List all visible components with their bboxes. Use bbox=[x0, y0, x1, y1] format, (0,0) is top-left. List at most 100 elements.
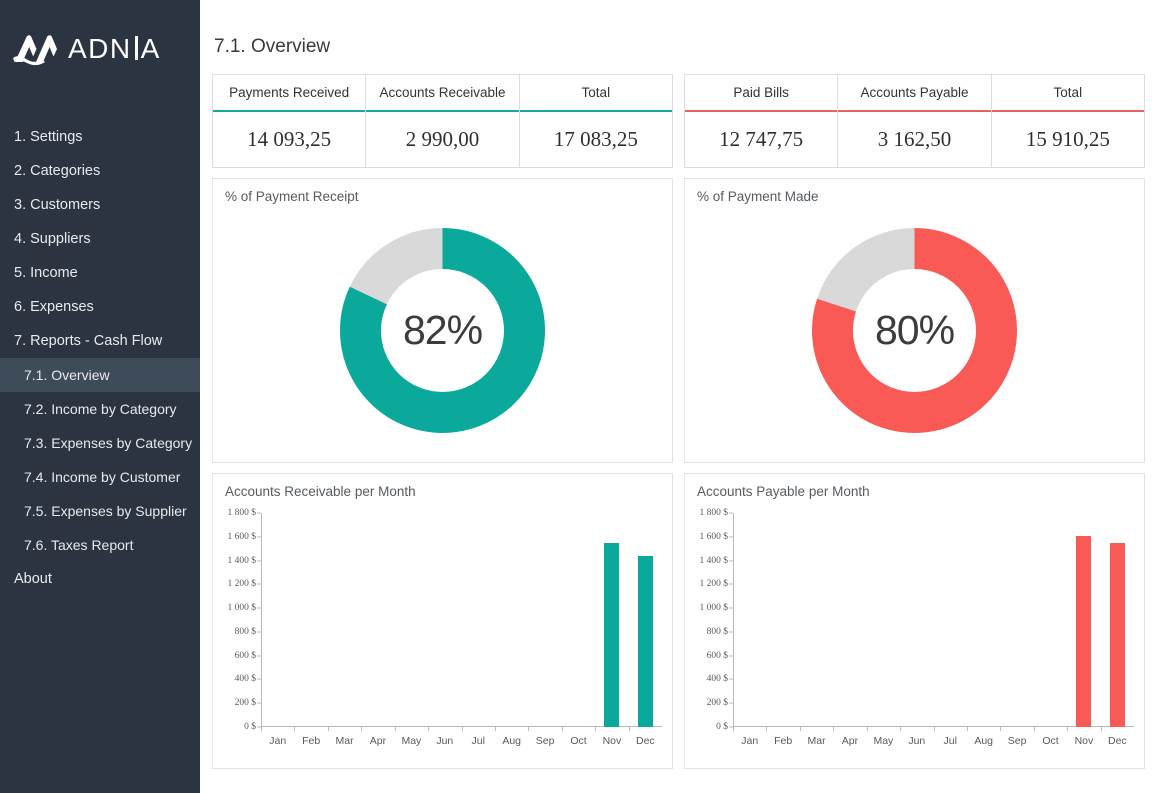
x-axis-tick bbox=[1100, 727, 1102, 731]
bar-slot[interactable]: Sep bbox=[1000, 513, 1033, 747]
x-axis-label: Sep bbox=[1007, 735, 1027, 747]
kpi-column: Total 15 910,25 bbox=[991, 75, 1144, 167]
bar-slot[interactable]: Aug bbox=[494, 513, 528, 747]
y-axis-label: 1 000 $ bbox=[699, 603, 729, 614]
bar-slot[interactable]: Jan bbox=[733, 513, 766, 747]
brand-logo[interactable]: ADN A bbox=[0, 0, 200, 72]
y-axis-label: 0 $ bbox=[716, 722, 728, 732]
bar-slot[interactable]: Nov bbox=[595, 513, 628, 747]
dashboard-grid: Payments Received 14 093,25 Accounts Recei… bbox=[212, 74, 1145, 769]
x-axis-tick bbox=[494, 727, 496, 731]
x-axis-label: Nov bbox=[602, 735, 622, 747]
sidebar-item-label: 7.1. Overview bbox=[24, 367, 110, 383]
y-axis-label: 1 400 $ bbox=[699, 555, 729, 566]
card-title-receivable-bars: Accounts Receivable per Month bbox=[225, 484, 416, 499]
bar-slot[interactable]: Dec bbox=[1100, 513, 1134, 747]
sidebar-item-7-reports-cash-flow[interactable]: 7. Reports - Cash Flow bbox=[0, 324, 200, 358]
sidebar-item-label: 7.4. Income by Customer bbox=[24, 469, 181, 485]
brand-name-part1: ADN bbox=[68, 33, 132, 64]
plot-area: 0 $ 200 $ 400 $ 600 $ 800 $ 1 000 $ 1 200 $ 1 4… bbox=[228, 508, 662, 747]
sidebar-item-7-2-income-by-category[interactable]: 7.2. Income by Category bbox=[0, 392, 200, 426]
x-axis-label: May bbox=[401, 735, 422, 747]
sidebar-item-1-settings[interactable]: 1. Settings bbox=[0, 120, 200, 154]
bar-slot[interactable]: May bbox=[394, 513, 428, 747]
card-payment-receipt: % of Payment Receipt 82% bbox=[212, 178, 673, 463]
donut-center-label-receipt: 82% bbox=[402, 306, 483, 353]
kpi-header: Total bbox=[581, 85, 611, 100]
x-axis-label: Apr bbox=[841, 735, 859, 747]
sidebar-item-4-suppliers[interactable]: 4. Suppliers bbox=[0, 222, 200, 256]
sidebar-item-7-4-income-by-customer[interactable]: 7.4. Income by Customer bbox=[0, 460, 200, 494]
bar-slot[interactable]: Dec bbox=[628, 513, 662, 747]
bar-slot[interactable]: Jan bbox=[261, 513, 294, 747]
bar-slot[interactable]: Feb bbox=[294, 513, 327, 747]
sidebar-item-5-income[interactable]: 5. Income bbox=[0, 256, 200, 290]
sidebar-item-about[interactable]: About bbox=[0, 562, 200, 596]
sidebar: ADN A 1. Settings 2. Categories 3. Customer… bbox=[0, 0, 200, 793]
x-axis-tick bbox=[394, 727, 396, 731]
x-axis-label: May bbox=[873, 735, 894, 747]
bar-slot[interactable]: Jul bbox=[461, 513, 495, 747]
x-axis-tick bbox=[766, 727, 768, 731]
x-axis-tick bbox=[733, 727, 734, 731]
y-axis-label: 600 $ bbox=[234, 650, 256, 661]
kpi-value: 3 162,50 bbox=[877, 127, 952, 151]
main-content: 7.1. Overview Payments Received 14 093,25… bbox=[200, 0, 1159, 793]
x-axis-tick bbox=[628, 727, 630, 731]
sidebar-item-6-expenses[interactable]: 6. Expenses bbox=[0, 290, 200, 324]
y-axis-label: 800 $ bbox=[234, 626, 256, 637]
bar-slot[interactable]: Apr bbox=[361, 513, 394, 747]
bar-slot[interactable]: Nov bbox=[1067, 513, 1100, 747]
bar[interactable] bbox=[1076, 535, 1092, 727]
card-title-payment-receipt: % of Payment Receipt bbox=[225, 189, 359, 204]
x-axis-label: Feb bbox=[774, 735, 793, 747]
page-title: 7.1. Overview bbox=[214, 36, 331, 57]
x-axis-label: Jul bbox=[943, 735, 957, 747]
kpi-header: Paid Bills bbox=[733, 85, 789, 100]
kpi-column: Total 17 083,25 bbox=[519, 75, 672, 167]
kpi-value: 15 910,25 bbox=[1025, 127, 1110, 151]
sidebar-item-7-1-overview[interactable]: 7.1. Overview bbox=[0, 358, 200, 392]
kpi-column: Paid Bills 12 747,75 bbox=[685, 75, 839, 167]
adnia-monogram-icon bbox=[13, 35, 57, 66]
bar[interactable] bbox=[1109, 542, 1125, 727]
sidebar-item-7-3-expenses-by-category[interactable]: 7.3. Expenses by Category bbox=[0, 426, 200, 460]
bar-slot[interactable]: Mar bbox=[327, 513, 361, 747]
sidebar-item-3-customers[interactable]: 3. Customers bbox=[0, 188, 200, 222]
kpi-header: Total bbox=[1053, 85, 1083, 100]
y-axis-label: 400 $ bbox=[706, 674, 728, 685]
bar-slot[interactable]: Aug bbox=[966, 513, 1000, 747]
kpi-header: Accounts Receivable bbox=[379, 85, 506, 100]
kpi-header: Payments Received bbox=[229, 85, 350, 100]
kpi-header: Accounts Payable bbox=[860, 85, 969, 100]
bar-slot[interactable]: Apr bbox=[833, 513, 866, 747]
sidebar-item-2-categories[interactable]: 2. Categories bbox=[0, 154, 200, 188]
bar-slot[interactable]: Mar bbox=[799, 513, 833, 747]
bar-slot[interactable]: Oct bbox=[561, 513, 595, 747]
x-axis-label: Apr bbox=[369, 735, 387, 747]
bar[interactable] bbox=[604, 542, 620, 727]
bar[interactable] bbox=[637, 555, 653, 727]
sidebar-item-7-5-expenses-by-supplier[interactable]: 7.5. Expenses by Supplier bbox=[0, 494, 200, 528]
bar-slot[interactable]: Jul bbox=[933, 513, 967, 747]
bar-slot[interactable]: Jun bbox=[900, 513, 933, 747]
card-accounts-receivable-per-month: Accounts Receivable per Month 0 $ 200 $ 40… bbox=[212, 473, 673, 769]
sidebar-item-label: 1. Settings bbox=[14, 129, 83, 145]
x-axis-label: Jan bbox=[741, 735, 759, 747]
kpi-column: Accounts Payable 3 162,50 bbox=[838, 75, 992, 167]
brand-name: ADN A bbox=[68, 33, 161, 65]
bar-slot[interactable]: May bbox=[866, 513, 900, 747]
x-axis-label: Nov bbox=[1074, 735, 1094, 747]
sidebar-item-label: 7.5. Expenses by Supplier bbox=[24, 503, 187, 519]
bar-slot[interactable]: Feb bbox=[766, 513, 799, 747]
y-axis-label: 0 $ bbox=[244, 722, 256, 732]
sidebar-item-7-6-taxes-report[interactable]: 7.6. Taxes Report bbox=[0, 528, 200, 562]
kpi-column: Payments Received 14 093,25 bbox=[213, 75, 367, 167]
x-axis-tick bbox=[461, 727, 463, 731]
bar-slot[interactable]: Oct bbox=[1033, 513, 1067, 747]
x-axis-tick bbox=[866, 727, 868, 731]
y-axis-label: 1 200 $ bbox=[227, 579, 257, 590]
x-axis-tick bbox=[933, 727, 935, 731]
bar-slot[interactable]: Sep bbox=[528, 513, 561, 747]
bar-slot[interactable]: Jun bbox=[428, 513, 461, 747]
